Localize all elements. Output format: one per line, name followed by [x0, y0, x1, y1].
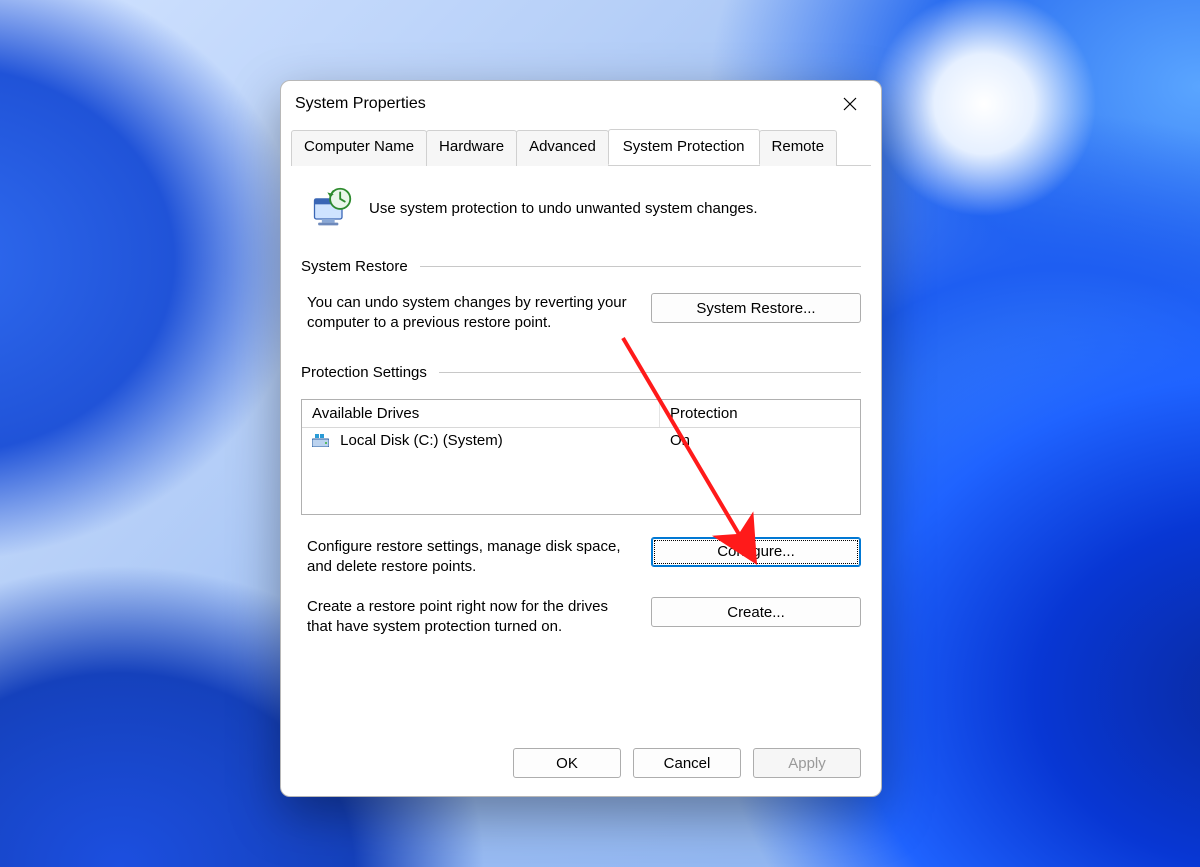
- table-body: Local Disk (C:) (System) On: [302, 428, 860, 514]
- drive-name: Local Disk (C:) (System): [340, 432, 503, 449]
- row-create: Create a restore point right now for the…: [301, 597, 861, 638]
- section-header-label: System Restore: [301, 258, 408, 275]
- section-rule: [420, 266, 861, 267]
- tab-content: Use system protection to undo unwanted s…: [281, 166, 881, 734]
- tab-hardware[interactable]: Hardware: [426, 130, 517, 166]
- dialog-footer: OK Cancel Apply: [281, 734, 881, 796]
- col-header-protection: Protection: [660, 400, 860, 427]
- tab-remote[interactable]: Remote: [759, 130, 838, 166]
- system-restore-button[interactable]: System Restore...: [651, 293, 861, 323]
- drive-protection: On: [660, 428, 860, 453]
- tab-computer-name[interactable]: Computer Name: [291, 130, 427, 166]
- close-icon: [843, 97, 857, 111]
- row-configure: Configure restore settings, manage disk …: [301, 537, 861, 578]
- table-header: Available Drives Protection: [302, 400, 860, 428]
- restore-description: You can undo system changes by reverting…: [301, 293, 631, 334]
- drives-table[interactable]: Available Drives Protection Local Disk (…: [301, 399, 861, 515]
- ok-button[interactable]: OK: [513, 748, 621, 778]
- cancel-button[interactable]: Cancel: [633, 748, 741, 778]
- configure-description: Configure restore settings, manage disk …: [301, 537, 631, 578]
- tab-advanced[interactable]: Advanced: [516, 130, 609, 166]
- section-system-restore: System Restore: [301, 258, 861, 275]
- system-properties-dialog: System Properties Computer Name Hardware…: [280, 80, 882, 797]
- window-title: System Properties: [295, 95, 426, 113]
- section-header-label: Protection Settings: [301, 364, 427, 381]
- configure-button[interactable]: Configure...: [651, 537, 861, 567]
- apply-button[interactable]: Apply: [753, 748, 861, 778]
- intro-row: Use system protection to undo unwanted s…: [309, 186, 861, 230]
- section-rule: [439, 372, 861, 373]
- tab-system-protection[interactable]: System Protection: [608, 129, 760, 165]
- titlebar: System Properties: [281, 81, 881, 129]
- row-system-restore: You can undo system changes by reverting…: [301, 293, 861, 334]
- create-description: Create a restore point right now for the…: [301, 597, 631, 638]
- drive-icon: [312, 434, 329, 447]
- system-restore-icon: [309, 186, 353, 230]
- section-protection-settings: Protection Settings: [301, 364, 861, 381]
- create-button[interactable]: Create...: [651, 597, 861, 627]
- close-button[interactable]: [829, 89, 871, 119]
- tab-strip: Computer Name Hardware Advanced System P…: [291, 129, 871, 166]
- col-header-drives: Available Drives: [302, 400, 660, 427]
- table-row[interactable]: Local Disk (C:) (System) On: [302, 428, 860, 453]
- intro-text: Use system protection to undo unwanted s…: [369, 200, 758, 217]
